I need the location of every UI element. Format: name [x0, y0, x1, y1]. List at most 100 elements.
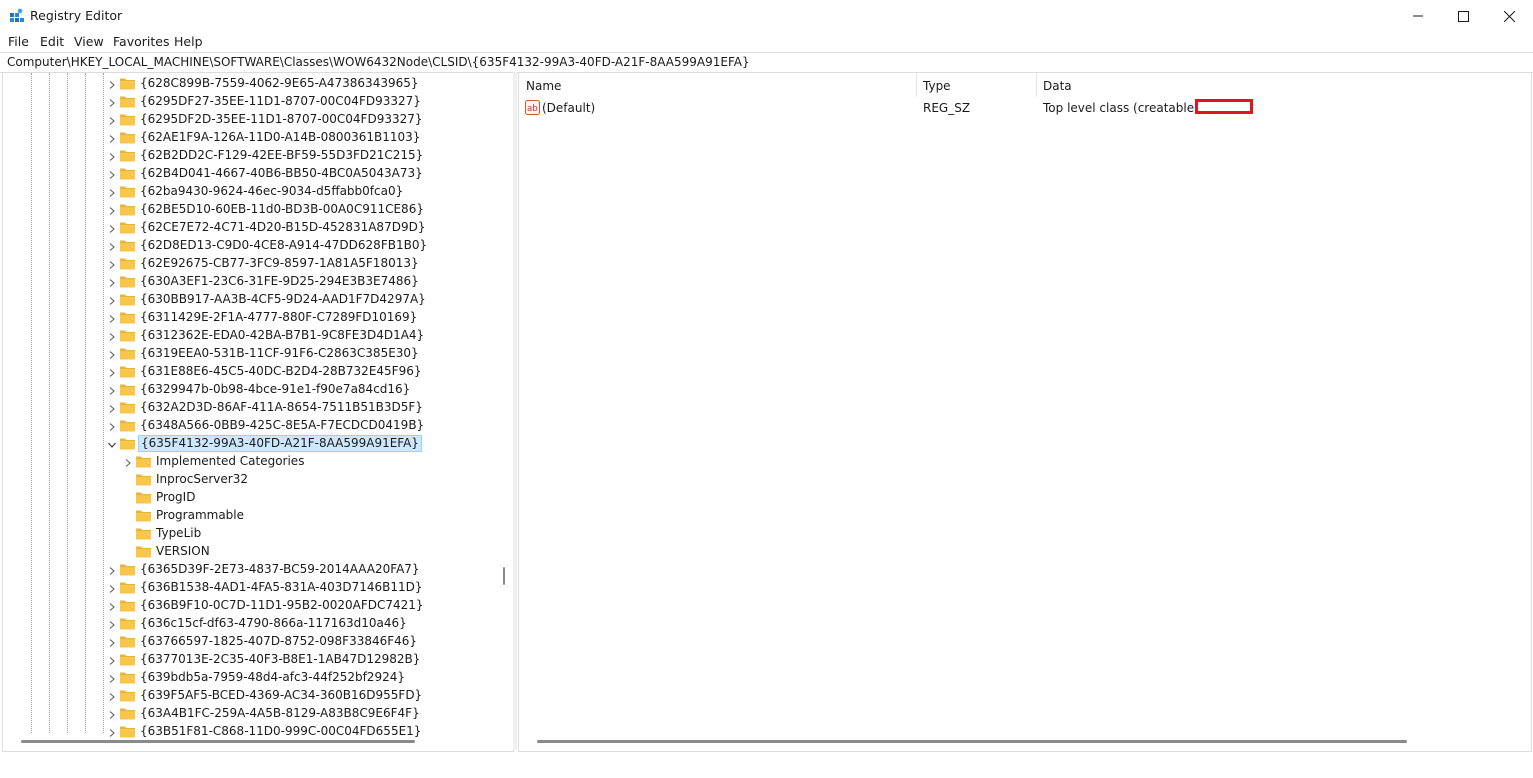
tree-item[interactable]: {631E88E6-45C5-40DC-B2D4-28B732E45F96} — [3, 363, 498, 381]
chevron-right-icon[interactable] — [107, 691, 117, 701]
maximize-icon — [1457, 10, 1469, 22]
folder-icon — [135, 472, 152, 487]
values-list-pane[interactable]: Name Type Data ab (Default) REG_SZ Top l… — [518, 72, 1532, 752]
chevron-right-icon[interactable] — [107, 619, 117, 629]
tree-item[interactable]: {62E92675-CB77-3FC9-8597-1A81A5F18013} — [3, 255, 498, 273]
tree-item[interactable]: {62BE5D10-60EB-11d0-BD3B-00A0C911CE86} — [3, 201, 498, 219]
tree-item[interactable]: {6295DF2D-35EE-11D1-8707-00C04FD93327} — [3, 111, 498, 129]
value-type: REG_SZ — [923, 101, 971, 115]
tree-item[interactable]: {636c15cf-df63-4790-866a-117163d10a46} — [3, 615, 498, 633]
tree-item[interactable]: {6295DF27-35EE-11D1-8707-00C04FD93327} — [3, 93, 498, 111]
tree-item-label: {631E88E6-45C5-40DC-B2D4-28B732E45F96} — [140, 364, 422, 378]
tree-item[interactable]: {63766597-1825-407D-8752-098F33846F46} — [3, 633, 498, 651]
chevron-right-icon[interactable] — [107, 421, 117, 431]
tree-item[interactable]: {6348A566-0BB9-425C-8E5A-F7ECDCD0419B} — [3, 417, 498, 435]
column-header-type[interactable]: Type — [923, 79, 951, 93]
tree-item[interactable]: {62B2DD2C-F129-42EE-BF59-55D3FD21C215} — [3, 147, 498, 165]
tree-child-item[interactable]: InprocServer32 — [3, 471, 498, 489]
chevron-right-icon[interactable] — [107, 79, 117, 89]
tree-child-item[interactable]: ProgID — [3, 489, 498, 507]
menu-file[interactable]: File — [8, 34, 29, 49]
tree-item[interactable]: {62AE1F9A-126A-11D0-A14B-0800361B1103} — [3, 129, 498, 147]
tree-item[interactable]: {636B9F10-0C7D-11D1-95B2-0020AFDC7421} — [3, 597, 498, 615]
column-divider[interactable] — [916, 73, 917, 97]
menu-view[interactable]: View — [74, 34, 104, 49]
menu-help[interactable]: Help — [174, 34, 203, 49]
tree-item[interactable]: {630BB917-AA3B-4CF5-9D24-AAD1F7D4297A} — [3, 291, 498, 309]
chevron-right-icon[interactable] — [107, 295, 117, 305]
chevron-right-icon[interactable] — [107, 655, 117, 665]
chevron-right-icon[interactable] — [107, 727, 117, 737]
chevron-right-icon[interactable] — [107, 331, 117, 341]
tree-item[interactable]: {62CE7E72-4C71-4D20-B15D-452831A87D9D} — [3, 219, 498, 237]
folder-icon — [119, 724, 136, 739]
chevron-down-icon[interactable] — [107, 439, 117, 449]
pane-splitter[interactable] — [513, 72, 517, 750]
menu-edit[interactable]: Edit — [40, 34, 64, 49]
chevron-right-icon[interactable] — [107, 403, 117, 413]
chevron-right-icon[interactable] — [107, 601, 117, 611]
maximize-button[interactable] — [1440, 0, 1486, 32]
tree-item[interactable]: {6377013E-2C35-40F3-B8E1-1AB47D12982B} — [3, 651, 498, 669]
tree-item-selected[interactable]: {635F4132-99A3-40FD-A21F-8AA599A91EFA} — [3, 435, 498, 453]
tree-item[interactable]: {6365D39F-2E73-4837-BC59-2014AAA20FA7} — [3, 561, 498, 579]
tree-item[interactable]: {6329947b-0b98-4bce-91e1-f90e7a84cd16} — [3, 381, 498, 399]
chevron-right-icon[interactable] — [123, 457, 133, 467]
chevron-right-icon[interactable] — [107, 313, 117, 323]
chevron-right-icon[interactable] — [107, 115, 117, 125]
tree-child-item[interactable]: Implemented Categories — [3, 453, 498, 471]
chevron-right-icon[interactable] — [107, 97, 117, 107]
tree-child-item[interactable]: VERSION — [3, 543, 498, 561]
folder-icon — [135, 508, 152, 523]
chevron-right-icon[interactable] — [107, 583, 117, 593]
chevron-right-icon[interactable] — [107, 187, 117, 197]
tree-vertical-scrollbar[interactable] — [503, 567, 505, 585]
close-button[interactable] — [1486, 0, 1532, 32]
chevron-right-icon[interactable] — [107, 637, 117, 647]
menu-favorites[interactable]: Favorites — [113, 34, 169, 49]
chevron-right-icon[interactable] — [107, 241, 117, 251]
tree-item[interactable]: {6312362E-EDA0-42BA-B7B1-9C8FE3D4D1A4} — [3, 327, 498, 345]
tree-item[interactable]: {63A4B1FC-259A-4A5B-8129-A83B8C9E6F4F} — [3, 705, 498, 723]
chevron-right-icon[interactable] — [107, 133, 117, 143]
tree-item[interactable]: {632A2D3D-86AF-411A-8654-7511B51B3D5F} — [3, 399, 498, 417]
tree-item[interactable]: {62B4D041-4667-40B6-BB50-4BC0A5043A73} — [3, 165, 498, 183]
key-tree-pane[interactable]: {628C899B-7559-4062-9E65-A47386343965} {6… — [2, 72, 514, 752]
tree-item[interactable]: {6319EEA0-531B-11CF-91F6-C2863C385E30} — [3, 345, 498, 363]
folder-icon — [119, 310, 136, 325]
chevron-right-icon[interactable] — [107, 709, 117, 719]
chevron-right-icon[interactable] — [107, 151, 117, 161]
tree-item[interactable]: {62D8ED13-C9D0-4CE8-A914-47DD628FB1B0} — [3, 237, 498, 255]
address-bar[interactable]: Computer\HKEY_LOCAL_MACHINE\SOFTWARE\Cla… — [0, 52, 1533, 73]
tree-item[interactable]: {62ba9430-9624-46ec-9034-d5ffabb0fca0} — [3, 183, 498, 201]
address-path[interactable]: Computer\HKEY_LOCAL_MACHINE\SOFTWARE\Cla… — [7, 55, 750, 69]
chevron-right-icon[interactable] — [107, 223, 117, 233]
folder-icon — [119, 688, 136, 703]
tree-item[interactable]: {639F5AF5-BCED-4369-AC34-360B16D955FD} — [3, 687, 498, 705]
folder-icon — [119, 436, 136, 451]
tree-item[interactable]: {639bdb5a-7959-48d4-afc3-44f252bf2924} — [3, 669, 498, 687]
tree-child-item[interactable]: TypeLib — [3, 525, 498, 543]
chevron-right-icon[interactable] — [107, 349, 117, 359]
chevron-right-icon[interactable] — [107, 205, 117, 215]
chevron-right-icon[interactable] — [107, 277, 117, 287]
folder-icon — [135, 490, 152, 505]
column-header-data[interactable]: Data — [1043, 79, 1072, 93]
minimize-button[interactable] — [1395, 0, 1441, 32]
tree-item[interactable]: {6311429E-2F1A-4777-880F-C7289FD10169} — [3, 309, 498, 327]
tree-item-label: {6295DF27-35EE-11D1-8707-00C04FD93327} — [140, 94, 421, 108]
chevron-right-icon[interactable] — [107, 367, 117, 377]
tree-item[interactable]: {628C899B-7559-4062-9E65-A47386343965} — [3, 75, 498, 93]
column-divider[interactable] — [1036, 73, 1037, 97]
list-horizontal-scrollbar[interactable] — [537, 740, 1407, 743]
tree-item[interactable]: {630A3EF1-23C6-31FE-9D25-294E3B3E7486} — [3, 273, 498, 291]
chevron-right-icon[interactable] — [107, 673, 117, 683]
tree-item[interactable]: {636B1538-4AD1-4FA5-831A-403D7146B11D} — [3, 579, 498, 597]
chevron-right-icon[interactable] — [107, 565, 117, 575]
chevron-right-icon[interactable] — [107, 385, 117, 395]
tree-child-item[interactable]: Programmable — [3, 507, 498, 525]
chevron-right-icon[interactable] — [107, 169, 117, 179]
tree-item[interactable]: {63B51F81-C868-11D0-999C-00C04FD655E1} — [3, 723, 498, 741]
chevron-right-icon[interactable] — [107, 259, 117, 269]
column-header-name[interactable]: Name — [526, 79, 561, 93]
